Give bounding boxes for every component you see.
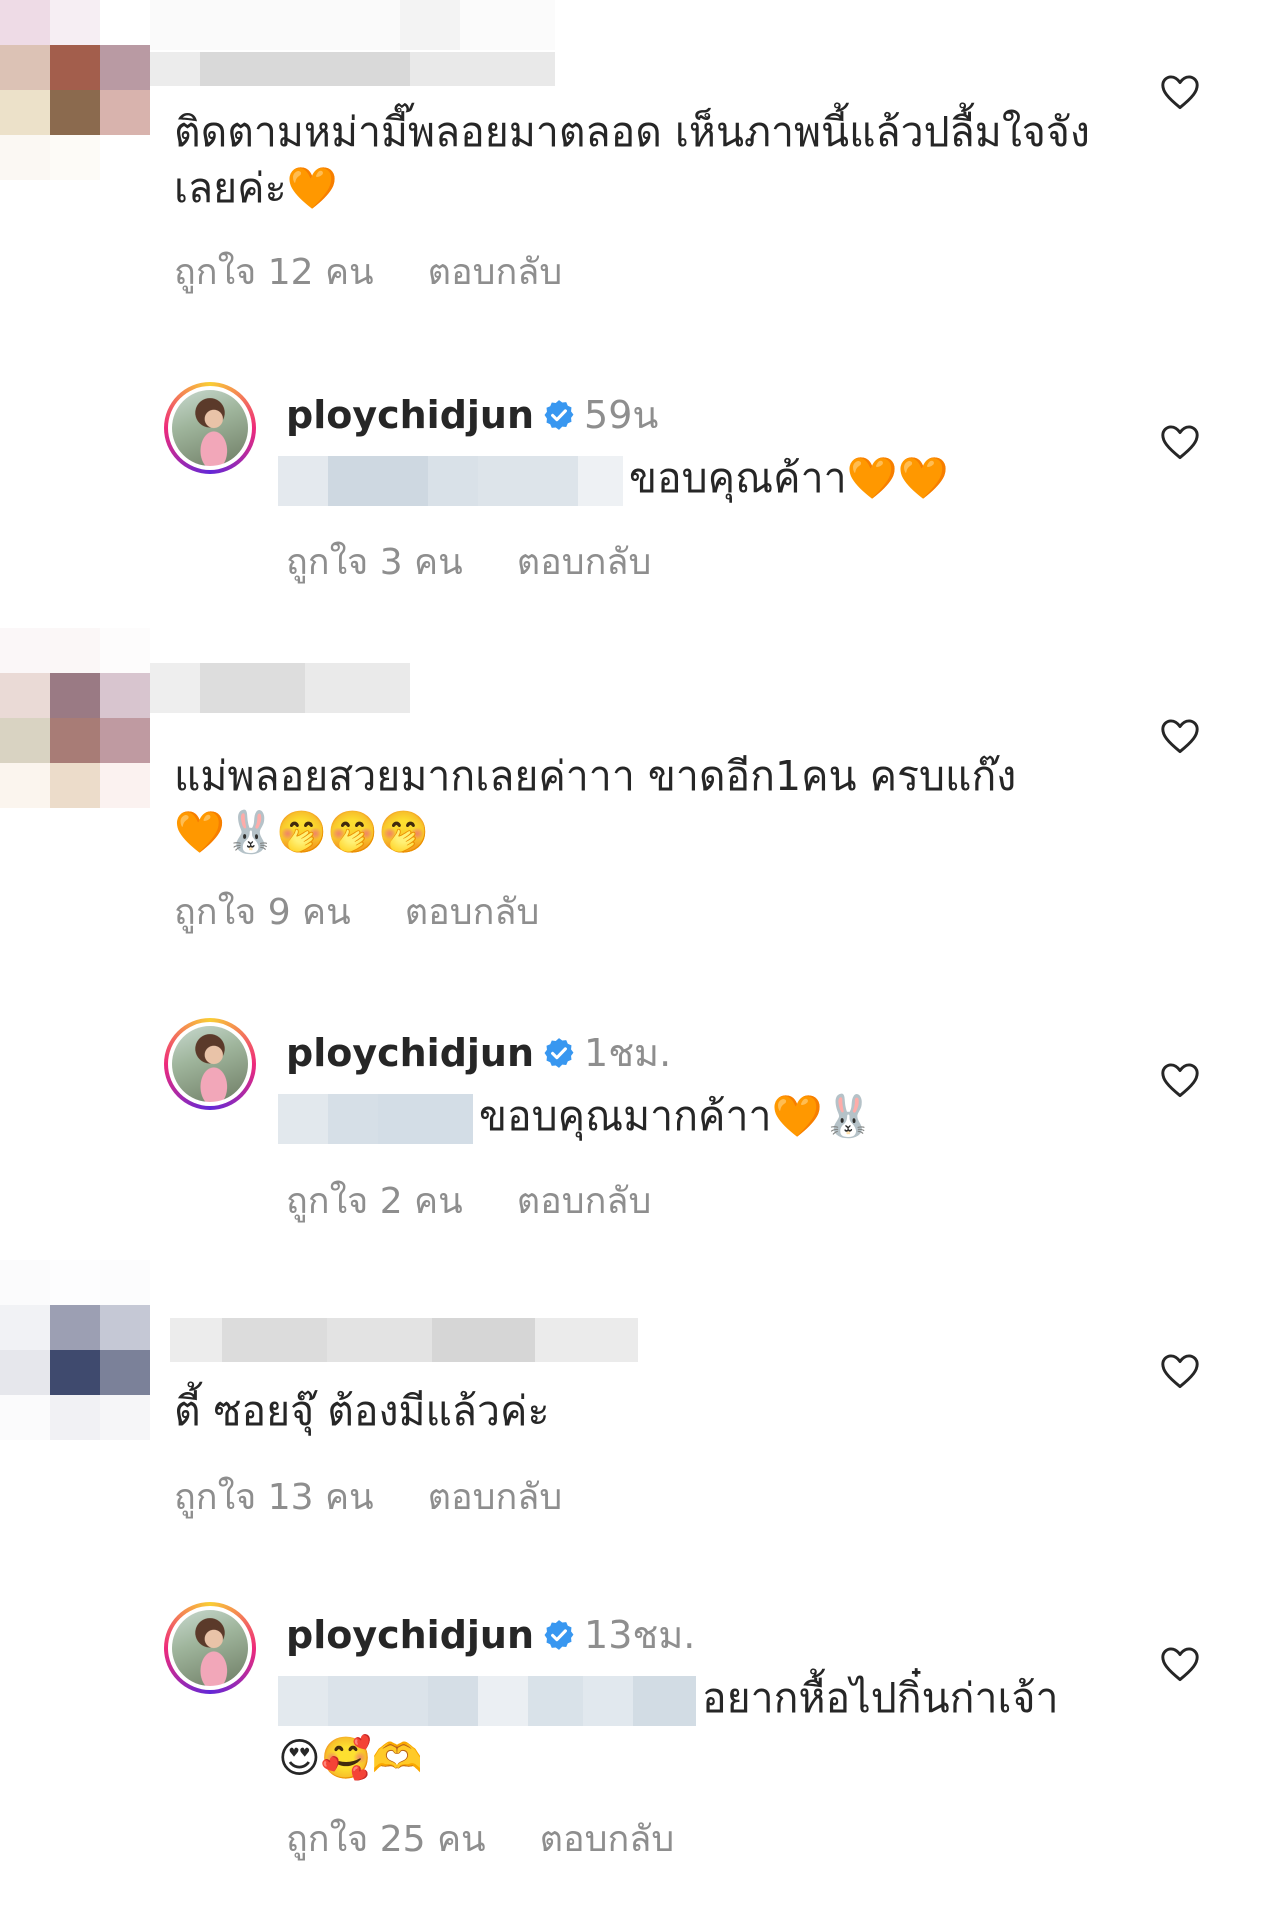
reply-text: ขอบคุณมากค้าา🧡🐰 (278, 1086, 1118, 1146)
likes-count[interactable]: ถูกใจ 25 คน (286, 1810, 486, 1867)
reply-meta: ถูกใจ 2 คน ตอบกลับ (286, 1172, 651, 1229)
reply-header: ploychidjun 1ชม. (286, 1022, 671, 1083)
username-blur[interactable] (150, 52, 555, 86)
heart-outline-icon[interactable] (1160, 1353, 1200, 1389)
username-blur[interactable] (170, 1318, 638, 1362)
timestamp: 13ชม. (584, 1613, 696, 1657)
reply-emoji-line: 😍🥰🫶 (278, 1734, 423, 1782)
heart-outline-icon[interactable] (1160, 718, 1200, 754)
likes-count[interactable]: ถูกใจ 3 คน (286, 533, 463, 590)
reply-text: ขอบคุณค้าา🧡🧡 (278, 448, 1118, 508)
heart-outline-icon[interactable] (1160, 1646, 1200, 1682)
reply-meta: ถูกใจ 3 คน ตอบกลับ (286, 533, 651, 590)
reply-meta: ถูกใจ 25 คน ตอบกลับ (286, 1810, 674, 1867)
username[interactable]: ploychidjun (286, 1031, 534, 1075)
reply-text: อยากหื้อไปกิ๋นก่าเจ้า (278, 1668, 1118, 1728)
likes-count[interactable]: ถูกใจ 2 คน (286, 1172, 463, 1229)
comment-meta: ถูกใจ 13 คน ตอบกลับ (174, 1468, 562, 1525)
avatar[interactable] (164, 1602, 256, 1694)
likes-count[interactable]: ถูกใจ 13 คน (174, 1468, 374, 1525)
heart-outline-icon[interactable] (1160, 424, 1200, 460)
timestamp: 1ชม. (584, 1031, 672, 1075)
avatar[interactable] (164, 1018, 256, 1110)
mention-blur[interactable] (278, 1676, 696, 1726)
reply-button[interactable]: ตอบกลับ (405, 883, 540, 940)
reply-message: อยากหื้อไปกิ๋นก่าเจ้า (702, 1674, 1059, 1722)
likes-count[interactable]: ถูกใจ 9 คน (174, 883, 351, 940)
comment-text: แม่พลอยสวยมากเลยค่าาา ขาดอีก1คน ครบแก๊ง … (174, 752, 1017, 856)
comment-meta: ถูกใจ 12 คน ตอบกลับ (174, 243, 562, 300)
username-blur-top (150, 0, 555, 50)
reply-button[interactable]: ตอบกลับ (540, 1810, 675, 1867)
avatar[interactable] (0, 628, 150, 808)
verified-badge-icon (544, 1619, 574, 1650)
reply-message: ขอบคุณมากค้าา🧡🐰 (479, 1092, 874, 1140)
likes-count[interactable]: ถูกใจ 12 คน (174, 243, 374, 300)
reply-button[interactable]: ตอบกลับ (517, 1172, 652, 1229)
reply-message: ขอบคุณค้าา🧡🧡 (629, 454, 949, 502)
verified-badge-icon (544, 399, 574, 430)
heart-outline-icon[interactable] (1160, 1062, 1200, 1098)
reply-button[interactable]: ตอบกลับ (428, 243, 563, 300)
reply-header: ploychidjun 59น (286, 384, 658, 445)
reply-button[interactable]: ตอบกลับ (428, 1468, 563, 1525)
comment-text: ติดตามหม่ามี๊พลอยมาตลอด เห็นภาพนี้แล้วปล… (174, 108, 1090, 212)
reply-button[interactable]: ตอบกลับ (517, 533, 652, 590)
username[interactable]: ploychidjun (286, 1613, 534, 1657)
avatar[interactable] (0, 1260, 150, 1440)
mention-blur[interactable] (278, 456, 623, 506)
verified-badge-icon (544, 1037, 574, 1068)
timestamp: 59น (584, 393, 659, 437)
avatar[interactable] (0, 0, 150, 180)
mention-blur[interactable] (278, 1094, 473, 1144)
heart-outline-icon[interactable] (1160, 74, 1200, 110)
comment-meta: ถูกใจ 9 คน ตอบกลับ (174, 883, 539, 940)
comment-text: ตี้ ซอยจุ๊ ต้องมีแล้วค่ะ (174, 1387, 550, 1435)
username[interactable]: ploychidjun (286, 393, 534, 437)
username-blur[interactable] (150, 663, 410, 713)
reply-header: ploychidjun 13ชม. (286, 1604, 695, 1665)
avatar[interactable] (164, 382, 256, 474)
